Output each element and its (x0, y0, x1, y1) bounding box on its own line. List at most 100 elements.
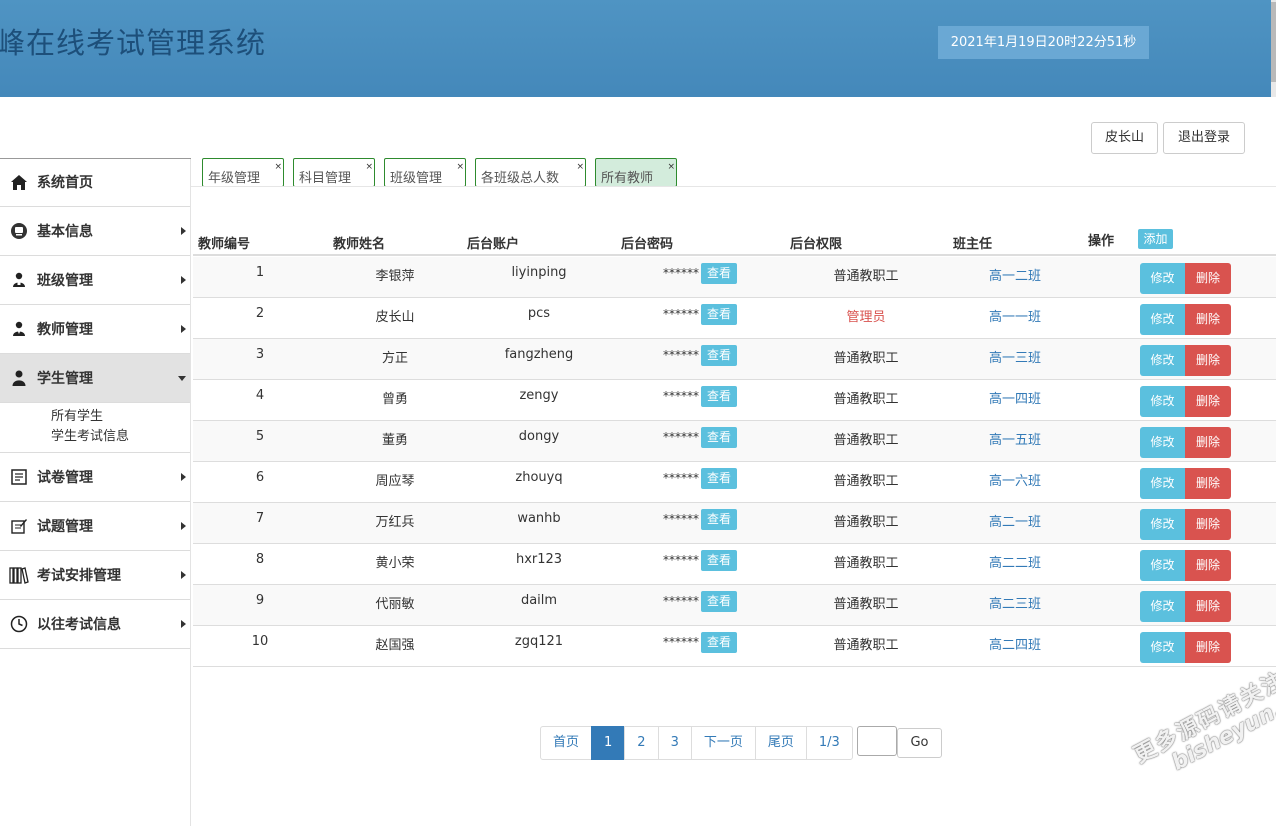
first-page-link[interactable]: 首页 (540, 726, 593, 760)
tab-class-management[interactable]: 班级管理 × (384, 158, 466, 187)
table-header: 教师编号 教师姓名 后台账户 后台密码 后台权限 班主任 操作 添加 (193, 226, 1276, 256)
table-row: 3 方正 fangzheng ****** 查看 普通教职工 高一三班 修改 删除 (193, 339, 1276, 380)
column-header-class: 班主任 (953, 237, 993, 252)
logout-button[interactable]: 退出登录 (1163, 122, 1245, 154)
homeroom-class-link[interactable]: 高二二班 (955, 552, 1075, 571)
edit-teacher-button[interactable]: 修改 (1140, 263, 1185, 294)
tab-subject-management[interactable]: 科目管理 × (293, 158, 375, 187)
sidebar-item-basic-info[interactable]: 基本信息 (0, 207, 190, 256)
sidebar-item-exam-schedule[interactable]: 考试安排管理 (0, 551, 190, 600)
tab-label: 所有教师 (601, 171, 654, 186)
sidebar-item-label: 教师管理 (37, 322, 93, 338)
page-link-3[interactable]: 3 (657, 726, 692, 760)
tab-all-teachers[interactable]: 所有教师 × (595, 158, 677, 187)
current-user-button[interactable]: 皮长山 (1091, 122, 1158, 154)
column-header-password: 后台密码 (621, 237, 674, 252)
sidebar-item-home[interactable]: 系统首页 (0, 158, 190, 207)
paper-icon (8, 467, 30, 487)
table-row: 8 黄小荣 hxr123 ****** 查看 普通教职工 高二二班 修改 删除 (193, 544, 1276, 585)
view-password-button[interactable]: 查看 (701, 304, 737, 325)
clock-icon (8, 614, 30, 634)
homeroom-class-link[interactable]: 高一四班 (955, 388, 1075, 407)
view-password-button[interactable]: 查看 (701, 427, 737, 448)
view-password-button[interactable]: 查看 (701, 468, 737, 489)
add-teacher-button[interactable]: 添加 (1138, 229, 1173, 249)
vertical-scrollbar[interactable] (1271, 0, 1276, 97)
column-header-id: 教师编号 (198, 237, 251, 252)
view-password-button[interactable]: 查看 (701, 386, 737, 407)
page-link-1[interactable]: 1 (591, 726, 626, 760)
edit-teacher-button[interactable]: 修改 (1140, 632, 1185, 663)
homeroom-class-link[interactable]: 高一六班 (955, 470, 1075, 489)
teacher-account: dailm (520, 593, 558, 608)
edit-teacher-button[interactable]: 修改 (1140, 591, 1185, 622)
scrollbar-thumb[interactable] (1271, 2, 1276, 82)
close-icon[interactable]: × (576, 163, 584, 172)
homeroom-class-link[interactable]: 高一二班 (955, 265, 1075, 284)
view-password-button[interactable]: 查看 (701, 345, 737, 366)
delete-teacher-button[interactable]: 删除 (1185, 591, 1231, 622)
page-jump-input[interactable] (857, 726, 897, 756)
delete-teacher-button[interactable]: 删除 (1185, 509, 1231, 540)
submenu-item-student-exam-info[interactable]: 学生考试信息 (0, 427, 190, 447)
edit-teacher-button[interactable]: 修改 (1140, 345, 1185, 376)
close-icon[interactable]: × (365, 163, 373, 172)
edit-teacher-button[interactable]: 修改 (1140, 509, 1185, 540)
sidebar-item-label: 班级管理 (37, 273, 93, 289)
view-password-button[interactable]: 查看 (701, 509, 737, 530)
submenu-item-all-students[interactable]: 所有学生 (0, 407, 190, 427)
table-row: 9 代丽敏 dailm ****** 查看 普通教职工 高二三班 修改 删除 (193, 585, 1276, 626)
caret-right-icon (181, 227, 186, 235)
close-icon[interactable]: × (667, 163, 675, 172)
last-page-link[interactable]: 尾页 (754, 726, 807, 760)
teacher-name: 皮长山 (375, 310, 415, 325)
homeroom-class-link[interactable]: 高一三班 (955, 347, 1075, 366)
close-icon[interactable]: × (274, 163, 282, 172)
view-password-button[interactable]: 查看 (701, 632, 737, 653)
delete-teacher-button[interactable]: 删除 (1185, 427, 1231, 458)
edit-teacher-button[interactable]: 修改 (1140, 468, 1185, 499)
delete-teacher-button[interactable]: 删除 (1185, 304, 1231, 335)
sidebar-item-past-exams[interactable]: 以往考试信息 (0, 600, 190, 649)
tab-grade-management[interactable]: 年级管理 × (202, 158, 284, 187)
tab-class-headcount[interactable]: 各班级总人数 × (475, 158, 586, 187)
view-password-button[interactable]: 查看 (701, 550, 737, 571)
sidebar-item-teacher-management[interactable]: 教师管理 (0, 305, 190, 354)
pagination: 首页 1 2 3 下一页 尾页 1/3 (540, 726, 853, 760)
view-password-button[interactable]: 查看 (701, 263, 737, 284)
sidebar-item-class-management[interactable]: 班级管理 (0, 256, 190, 305)
sidebar-item-question-management[interactable]: 试题管理 (0, 502, 190, 551)
delete-teacher-button[interactable]: 删除 (1185, 386, 1231, 417)
table-row: 4 曾勇 zengy ****** 查看 普通教职工 高一四班 修改 删除 (193, 380, 1276, 421)
homeroom-class-link[interactable]: 高一一班 (955, 306, 1075, 325)
delete-teacher-button[interactable]: 删除 (1185, 468, 1231, 499)
edit-teacher-button[interactable]: 修改 (1140, 304, 1185, 335)
delete-teacher-button[interactable]: 删除 (1185, 550, 1231, 581)
tab-divider (191, 186, 1276, 187)
homeroom-class-link[interactable]: 高一五班 (955, 429, 1075, 448)
delete-teacher-button[interactable]: 删除 (1185, 632, 1231, 663)
homeroom-class-link[interactable]: 高二四班 (955, 634, 1075, 653)
teacher-name: 赵国强 (375, 638, 415, 653)
homeroom-class-link[interactable]: 高二三班 (955, 593, 1075, 612)
edit-teacher-button[interactable]: 修改 (1140, 550, 1185, 581)
sidebar-item-paper-management[interactable]: 试卷管理 (0, 453, 190, 502)
teacher-name: 李银萍 (375, 269, 415, 284)
teacher-name: 董勇 (381, 433, 408, 448)
close-icon[interactable]: × (456, 163, 464, 172)
sidebar-item-student-management[interactable]: 学生管理 (0, 354, 190, 403)
column-header-ops: 操作 (1088, 234, 1115, 249)
teacher-password: ****** (663, 512, 699, 526)
go-button[interactable]: Go (897, 728, 942, 758)
homeroom-class-link[interactable]: 高二一班 (955, 511, 1075, 530)
delete-teacher-button[interactable]: 删除 (1185, 345, 1231, 376)
sidebar: 系统首页 基本信息 班级管理 教师管理 学生管理 所有学生 学生考试信息 试卷管… (0, 158, 191, 826)
edit-teacher-button[interactable]: 修改 (1140, 427, 1185, 458)
delete-teacher-button[interactable]: 删除 (1185, 263, 1231, 294)
next-page-link[interactable]: 下一页 (690, 726, 756, 760)
sidebar-item-label: 学生管理 (37, 371, 93, 387)
view-password-button[interactable]: 查看 (701, 591, 737, 612)
caret-right-icon (181, 522, 186, 530)
page-link-2[interactable]: 2 (624, 726, 659, 760)
edit-teacher-button[interactable]: 修改 (1140, 386, 1185, 417)
